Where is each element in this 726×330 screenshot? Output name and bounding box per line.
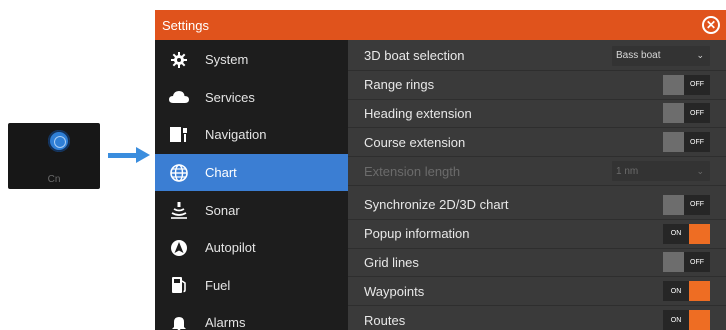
setting-waypoints[interactable]: Waypoints ON (348, 277, 726, 307)
setting-label: Popup information (364, 226, 470, 242)
toggle-knob (689, 223, 710, 244)
sonar-icon (169, 200, 189, 220)
close-icon[interactable]: ✕ (702, 16, 720, 34)
setting-3d-boat-selection[interactable]: 3D boat selection Bass boat ⌄ (348, 42, 726, 71)
sidebar-item-alarms[interactable]: Alarms (155, 304, 348, 330)
chart-shortcut-label: Cn (47, 174, 61, 185)
toggle-knob (689, 310, 710, 330)
select-value: Bass boat (616, 50, 661, 62)
toggle-state: OFF (684, 103, 710, 124)
chart-shortcut-screen: Cn (8, 123, 100, 189)
toggle-knob (663, 252, 684, 273)
setting-routes[interactable]: Routes ON (348, 306, 726, 330)
setting-popup-information[interactable]: Popup information ON (348, 220, 726, 249)
toggle-knob (689, 281, 710, 302)
arrow-right-icon (108, 147, 152, 163)
toggle-state: ON (663, 310, 689, 330)
sidebar-item-chart[interactable]: Chart (155, 153, 348, 192)
fuel-icon (169, 275, 189, 295)
sidebar-item-system[interactable]: System (155, 41, 348, 79)
setting-heading-extension[interactable]: Heading extension OFF (348, 100, 726, 129)
settings-sidebar: System Services Navigation Chart Sonar A… (155, 40, 348, 330)
sidebar-item-label: Services (205, 89, 255, 105)
sidebar-item-navigation[interactable]: Navigation (155, 116, 348, 154)
popup-information-toggle[interactable]: ON (663, 223, 710, 244)
sidebar-item-autopilot[interactable]: Autopilot (155, 229, 348, 267)
globe-icon (169, 163, 189, 183)
setting-label: Waypoints (364, 283, 425, 299)
setting-label: 3D boat selection (364, 48, 465, 64)
sidebar-item-services[interactable]: Services (155, 79, 348, 117)
toggle-knob (663, 194, 684, 215)
boat-type-select[interactable]: Bass boat ⌄ (612, 45, 710, 66)
stage: Cn Settings ✕ System Services Navigation… (0, 0, 726, 330)
toggle-knob (663, 132, 684, 153)
extension-length-select: 1 nm ⌄ (612, 161, 710, 182)
cloud-icon (169, 87, 189, 107)
chart-settings-panel: 3D boat selection Bass boat ⌄ Range ring… (348, 40, 726, 330)
title-bar: Settings ✕ (155, 10, 726, 40)
setting-label: Course extension (364, 134, 466, 150)
sidebar-item-label: Alarms (205, 315, 246, 330)
setting-label: Grid lines (364, 254, 419, 270)
chevron-down-icon: ⌄ (696, 165, 704, 176)
settings-dialog: Settings ✕ System Services Navigation Ch… (155, 10, 726, 330)
toggle-state: OFF (684, 252, 710, 273)
setting-label: Synchronize 2D/3D chart (364, 197, 509, 213)
toggle-state: ON (663, 281, 689, 302)
setting-synchronize-2d-3d-chart[interactable]: Synchronize 2D/3D chart OFF (348, 191, 726, 220)
setting-extension-length: Extension length 1 nm ⌄ (348, 157, 726, 186)
heading-extension-toggle[interactable]: OFF (663, 103, 710, 124)
toggle-knob (663, 74, 684, 95)
setting-label: Range rings (364, 77, 435, 93)
range-rings-toggle[interactable]: OFF (663, 74, 710, 95)
waypoints-toggle[interactable]: ON (663, 281, 710, 302)
sidebar-item-label: Fuel (205, 277, 231, 293)
routes-toggle[interactable]: ON (663, 310, 710, 330)
synchronize-chart-toggle[interactable]: OFF (663, 194, 710, 215)
alarm-icon (169, 313, 189, 330)
course-extension-toggle[interactable]: OFF (663, 132, 710, 153)
select-value: 1 nm (616, 165, 639, 177)
toggle-knob (663, 103, 684, 124)
chart-shortcut-button[interactable] (48, 130, 70, 152)
toggle-state: OFF (684, 132, 710, 153)
grid-lines-toggle[interactable]: OFF (663, 252, 710, 273)
toggle-state: ON (663, 223, 689, 244)
setting-label: Routes (364, 312, 406, 328)
setting-grid-lines[interactable]: Grid lines OFF (348, 249, 726, 278)
toggle-state: OFF (684, 194, 710, 215)
sidebar-item-label: Navigation (205, 127, 267, 143)
navigation-icon (169, 125, 189, 145)
autopilot-icon (169, 238, 189, 258)
sidebar-item-label: Chart (205, 165, 237, 181)
sidebar-item-sonar[interactable]: Sonar (155, 191, 348, 229)
toggle-state: OFF (684, 74, 710, 95)
chevron-down-icon: ⌄ (696, 50, 704, 61)
setting-label: Heading extension (364, 105, 472, 121)
setting-label: Extension length (364, 163, 461, 179)
dialog-title: Settings (162, 17, 209, 33)
sidebar-item-label: System (205, 52, 249, 68)
gear-icon (169, 50, 189, 70)
sidebar-item-fuel[interactable]: Fuel (155, 267, 348, 305)
setting-course-extension[interactable]: Course extension OFF (348, 128, 726, 158)
sidebar-item-label: Autopilot (205, 240, 256, 256)
setting-range-rings[interactable]: Range rings OFF (348, 71, 726, 100)
sidebar-item-label: Sonar (205, 202, 240, 218)
